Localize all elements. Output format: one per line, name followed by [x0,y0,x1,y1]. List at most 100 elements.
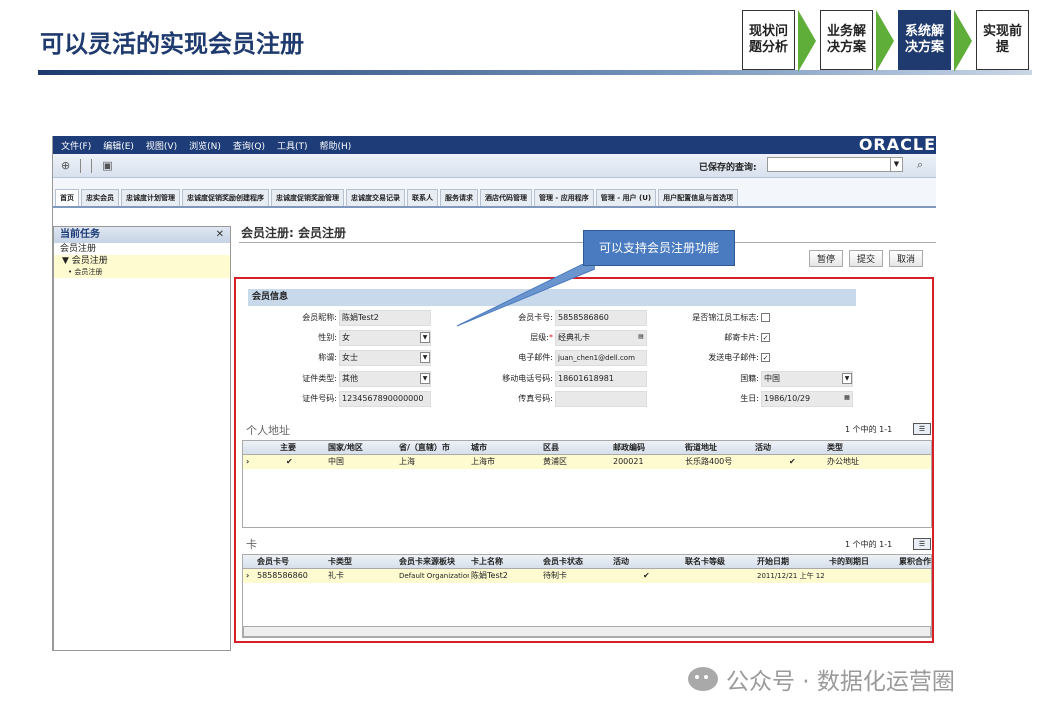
col-card-source[interactable]: 会员卡来源板块 [399,555,455,569]
col-card-type[interactable]: 卡类型 [328,555,352,569]
horizontal-scrollbar[interactable] [243,626,931,637]
watermark: 公众号 · 数据化运营圈 [688,662,955,696]
action-buttons: 暂停 提交 取消 [809,250,924,267]
fax-field[interactable] [555,391,647,407]
birthday-field[interactable]: 1986/10/29 ▦ [761,391,853,407]
salutation-value: 女士 [342,353,358,362]
nickname-field[interactable]: 陈娟Test2 [339,310,431,326]
cell-street: 长乐路400号 [685,457,733,466]
task-step-item[interactable]: • 会员注册 [54,267,230,278]
tab-promotion-builder[interactable]: 忠诚度促销奖励创建程序 [182,189,269,206]
menu-view[interactable]: 视图(V) [146,139,177,152]
task-panel-title: 当前任务 [60,229,100,240]
cell-type: 办公地址 [827,457,859,466]
task-sub-item[interactable]: ▼ 会员注册 [54,255,230,267]
chevron-down-icon[interactable]: ▼ [420,373,430,384]
table-row[interactable]: › ✔ 中国 上海 上海市 黄浦区 200021 长乐路400号 ✔ 办公地址 [243,455,931,469]
employee-flag-checkbox[interactable] [761,313,770,322]
chevron-down-icon[interactable]: ▼ [842,373,852,384]
globe-icon[interactable]: ⊕ [61,159,70,172]
toolbar: ⊕ ▣ 已保存的查询: ▼ ⌕ [53,154,936,178]
cell-city: 上海市 [471,457,495,466]
row-pointer-icon: › [246,571,250,580]
tab-admin-application[interactable]: 管理 - 应用程序 [534,189,594,206]
col-postcode[interactable]: 邮政编码 [613,441,645,455]
row-pointer-icon: › [246,457,250,466]
task-item[interactable]: 会员注册 [54,243,230,255]
list-menu-icon[interactable]: ☰ [913,538,931,550]
screen-tabs: 首页 忠实会员 忠诚度计划管理 忠诚度促销奖励创建程序 忠诚度促销奖励管理 忠诚… [53,178,936,208]
nickname-label: 会员昵称: [302,313,337,322]
col-district[interactable]: 区县 [543,441,559,455]
screen-icon[interactable]: ▣ [102,159,112,172]
chevron-down-icon[interactable]: ▼ [420,332,430,343]
table-row[interactable]: › 5858586860 礼卡 Default Organization 陈娟T… [243,569,931,583]
id-type-select[interactable]: 其他 ▼ [339,371,431,387]
cards-grid: 会员卡号 卡类型 会员卡来源板块 卡上名称 会员卡状态 活动 联名卡等级 开始日… [242,554,932,638]
step-arrow-icon [798,10,816,72]
col-card-name[interactable]: 卡上名称 [471,555,503,569]
saved-query-select[interactable]: ▼ [767,157,903,172]
menu-file[interactable]: 文件(F) [61,139,91,152]
col-country[interactable]: 国家/地区 [328,441,363,455]
col-accum[interactable]: 累积合作 [899,555,933,569]
address-list-title: 个人地址 [246,424,290,437]
tab-hotel-codes[interactable]: 酒店代码管理 [480,189,532,206]
mail-card-checkbox[interactable]: ✓ [761,333,770,342]
list-menu-icon[interactable]: ☰ [913,423,931,435]
tab-promotion-admin[interactable]: 忠诚度促销奖励管理 [271,189,344,206]
cell-card-active: ✔ [643,571,650,580]
menu-navigate[interactable]: 浏览(N) [189,139,221,152]
search-icon[interactable]: ⌕ [917,158,923,172]
mobile-field[interactable]: 18601618981 [555,371,647,387]
menu-query[interactable]: 查询(Q) [233,139,265,152]
id-no-field[interactable]: 1234567890000000 [339,391,431,407]
picker-icon[interactable]: ▤ [636,332,646,343]
col-street[interactable]: 街道地址 [685,441,717,455]
toolbar-separator [91,158,93,173]
cell-card-name: 陈娟Test2 [471,571,508,580]
address-grid: 主要 国家/地区 省/（直辖）市 城市 区县 邮政编码 街道地址 活动 类型 ›… [242,440,932,528]
tab-loyal-members[interactable]: 忠实会员 [81,189,119,206]
chevron-down-icon[interactable]: ▼ [420,352,430,363]
tab-home[interactable]: 首页 [55,189,79,206]
tab-contacts[interactable]: 联系人 [407,189,438,206]
salutation-select[interactable]: 女士 ▼ [339,350,431,366]
col-province[interactable]: 省/（直辖）市 [399,441,450,455]
send-email-checkbox[interactable]: ✓ [761,353,770,362]
col-primary[interactable]: 主要 [280,441,296,455]
nationality-value: 中国 [764,374,780,383]
tab-loyalty-programs[interactable]: 忠诚度计划管理 [121,189,180,206]
cell-primary: ✔ [286,457,293,466]
col-expiry[interactable]: 卡的到期日 [829,555,869,569]
gender-select[interactable]: 女 ▼ [339,330,431,346]
tab-user-preferences[interactable]: 用户配置信息与首选项 [658,189,739,206]
tab-admin-user[interactable]: 管理 - 用户 (U) [595,189,657,206]
task-panel-header: 当前任务 ✕ [54,227,230,243]
calendar-icon[interactable]: ▦ [842,393,852,404]
cards-pager: 1 个中的 1-1 [845,540,893,549]
menu-tools[interactable]: 工具(T) [277,139,308,152]
close-icon[interactable]: ✕ [216,227,224,243]
step-arrow-icon [954,10,972,72]
col-active[interactable]: 活动 [755,441,771,455]
tab-transactions[interactable]: 忠诚度交易记录 [346,189,405,206]
col-card-no[interactable]: 会员卡号 [257,555,289,569]
chevron-down-icon[interactable]: ▼ [890,158,902,171]
col-city[interactable]: 城市 [471,441,487,455]
col-card-status[interactable]: 会员卡状态 [543,555,583,569]
submit-button[interactable]: 提交 [849,250,884,267]
cancel-button[interactable]: 取消 [889,250,924,267]
col-card-active[interactable]: 活动 [613,555,629,569]
email-field[interactable]: juan_chen1@dell.com [555,350,647,366]
cell-card-type: 礼卡 [328,571,344,580]
cards-list-title: 卡 [246,538,257,551]
col-start-date[interactable]: 开始日期 [757,555,789,569]
col-co-brand[interactable]: 联名卡等级 [685,555,725,569]
menu-edit[interactable]: 编辑(E) [103,139,134,152]
nationality-select[interactable]: 中国 ▼ [761,371,853,387]
col-type[interactable]: 类型 [827,441,843,455]
tab-service-requests[interactable]: 服务请求 [440,189,478,206]
menu-help[interactable]: 帮助(H) [320,139,352,152]
pause-button[interactable]: 暂停 [809,250,844,267]
